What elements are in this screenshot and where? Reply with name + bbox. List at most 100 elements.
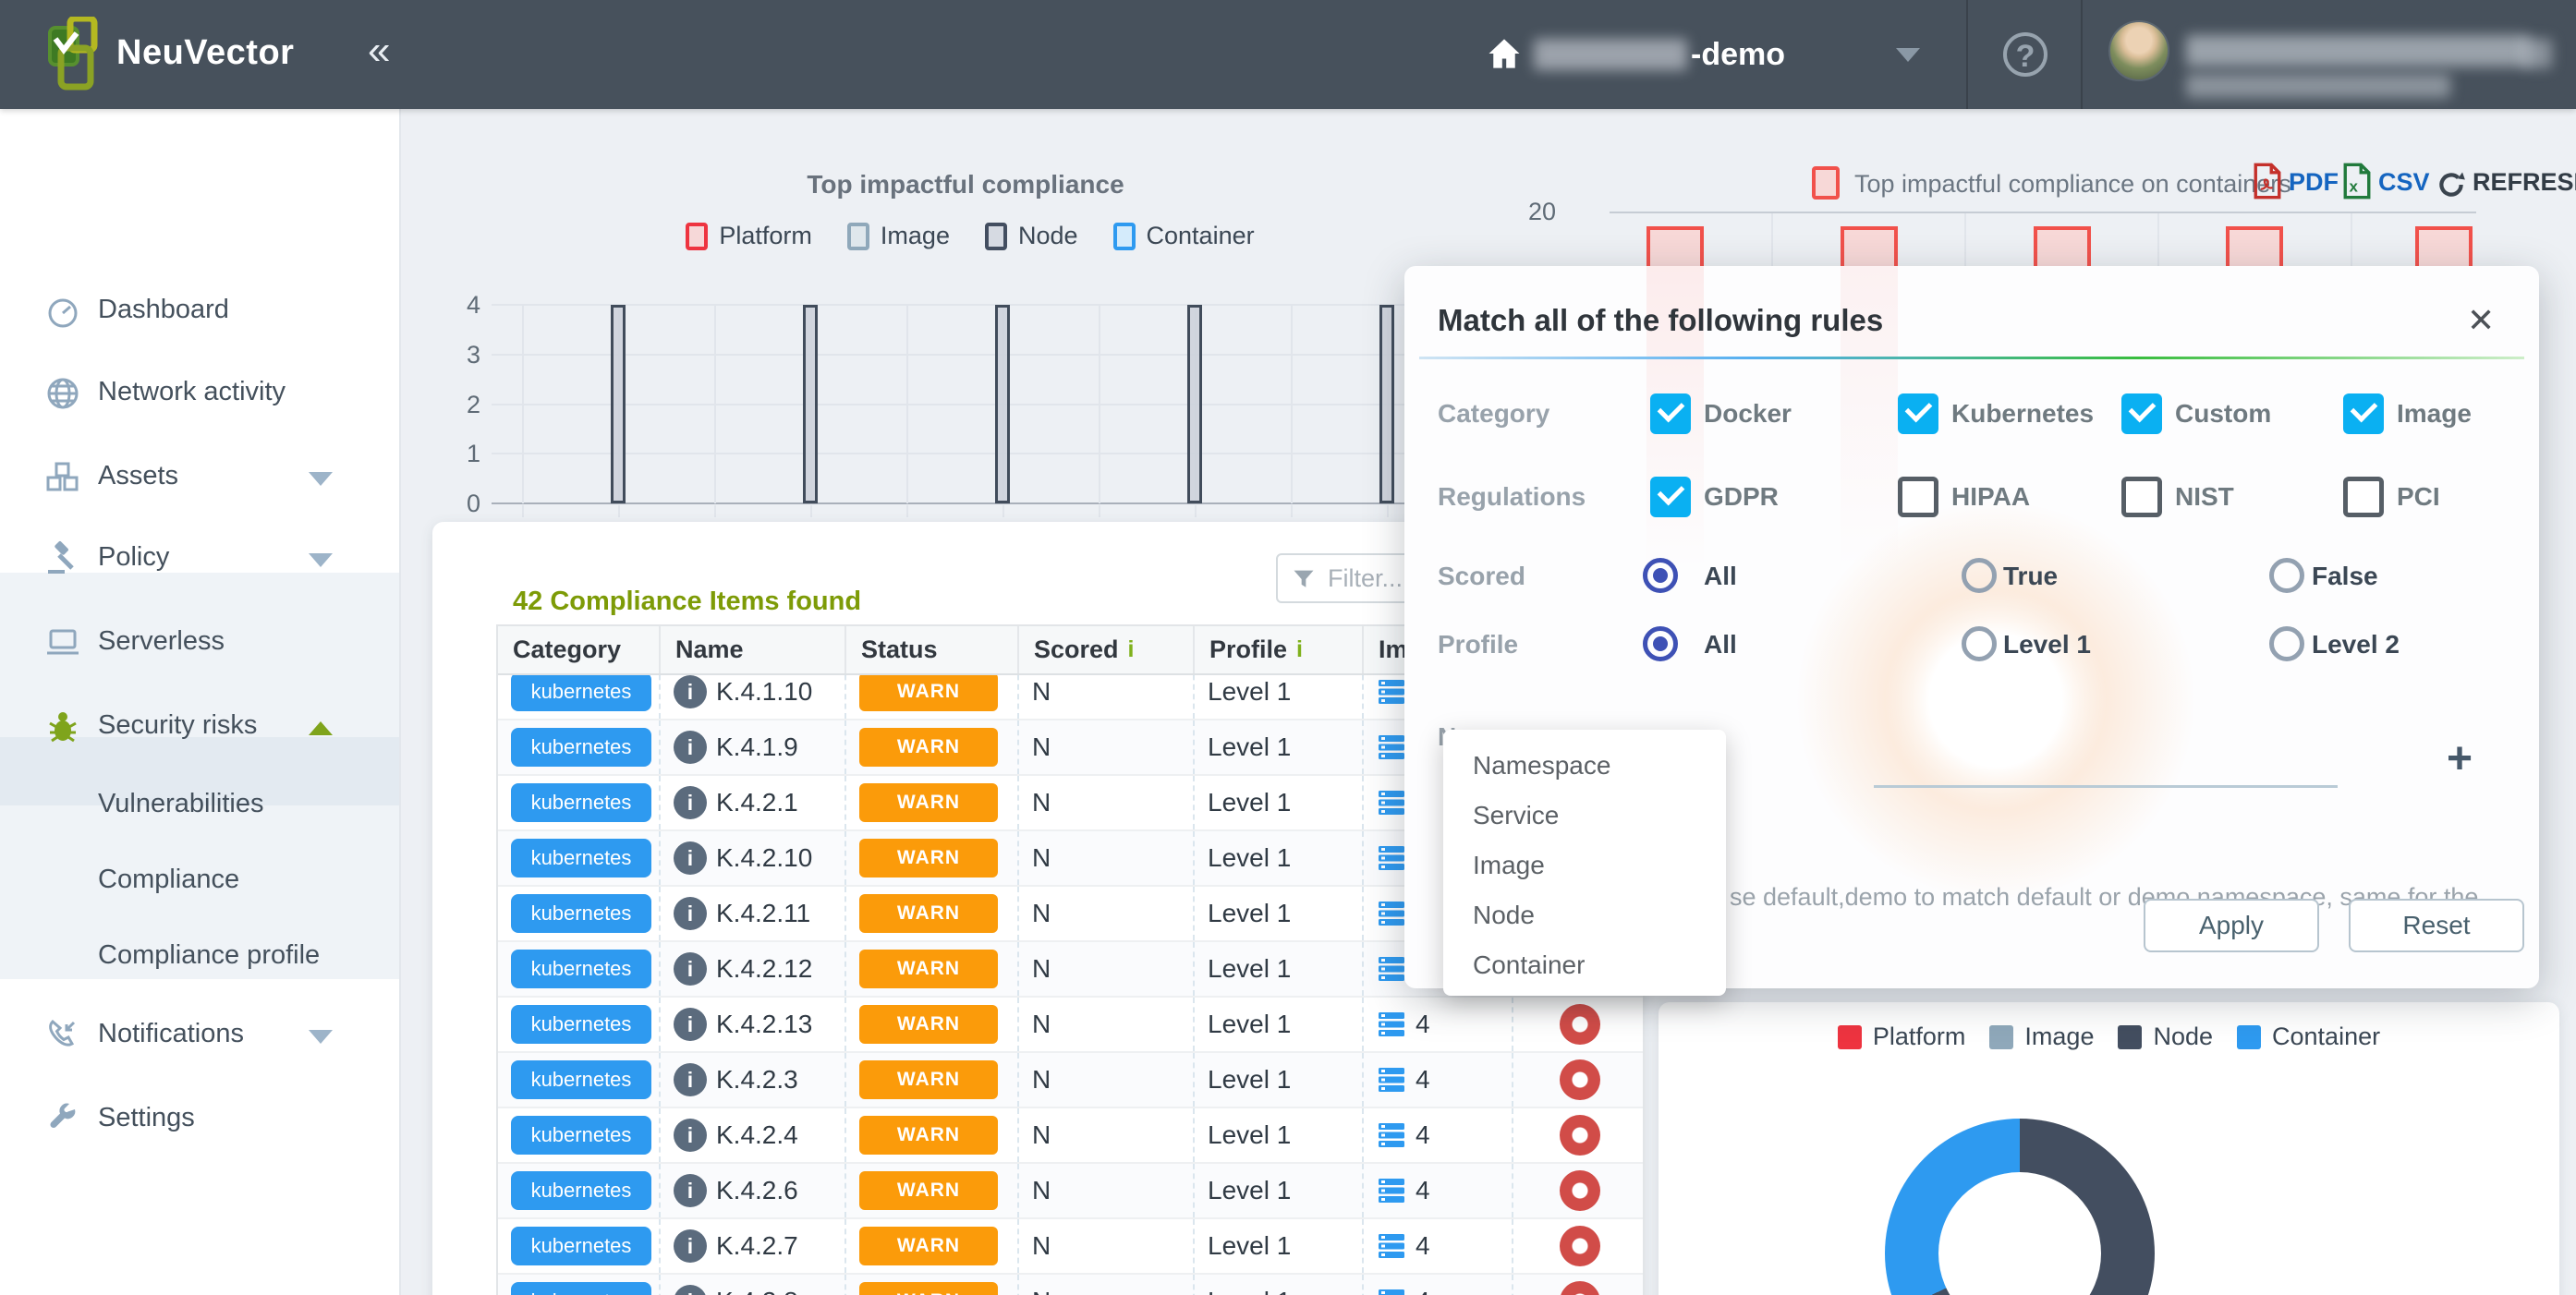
- close-icon[interactable]: ✕: [2467, 301, 2495, 340]
- impact-icon[interactable]: [1377, 733, 1406, 761]
- radio-level-1[interactable]: [1962, 626, 1997, 661]
- column-header-name[interactable]: Name: [661, 626, 846, 673]
- info-icon[interactable]: i: [674, 731, 707, 764]
- radio-label[interactable]: False: [2312, 562, 2378, 591]
- impact-icon[interactable]: [1377, 678, 1406, 706]
- value-input-underline[interactable]: [1874, 785, 2338, 788]
- bar-node[interactable]: [995, 305, 1010, 503]
- checkbox-hipaa[interactable]: [1898, 477, 1938, 517]
- column-info-icon[interactable]: i: [1296, 636, 1303, 663]
- add-rule-icon[interactable]: +: [2447, 733, 2473, 784]
- checkbox-gdpr[interactable]: [1650, 477, 1691, 517]
- table-row[interactable]: kubernetesiK.4.2.8WARNNLevel 14: [498, 1275, 1643, 1295]
- info-icon[interactable]: i: [674, 1119, 707, 1152]
- csv-button[interactable]: CSV: [2378, 168, 2430, 197]
- csv-icon[interactable]: x: [2341, 163, 2373, 200]
- legend-item[interactable]: Platform: [1838, 1023, 1966, 1051]
- column-info-icon[interactable]: i: [1128, 636, 1135, 663]
- bar-node[interactable]: [1379, 305, 1394, 503]
- sidebar-item-compliance[interactable]: Compliance: [0, 852, 399, 911]
- legend-item[interactable]: Node: [985, 222, 1078, 250]
- sidebar-item-serverless[interactable]: Serverless: [0, 613, 399, 672]
- impact-icon[interactable]: [1377, 1288, 1406, 1295]
- error-donut-icon[interactable]: [1560, 1226, 1600, 1266]
- info-icon[interactable]: i: [674, 1008, 707, 1041]
- dropdown-option-image[interactable]: Image: [1443, 841, 1726, 890]
- reset-button[interactable]: Reset: [2349, 899, 2524, 952]
- sidebar-item-assets[interactable]: Assets: [0, 448, 399, 507]
- dropdown-option-container[interactable]: Container: [1443, 940, 1726, 990]
- impact-icon[interactable]: [1377, 1066, 1406, 1094]
- bar-node[interactable]: [803, 305, 818, 503]
- legend-item[interactable]: Platform: [686, 222, 812, 250]
- bar-node[interactable]: [611, 305, 626, 503]
- cluster-selector[interactable]: -demo: [1691, 37, 1785, 73]
- sidebar-item-dashboard[interactable]: Dashboard: [0, 282, 399, 341]
- radio-all[interactable]: [1643, 558, 1678, 593]
- radio-false[interactable]: [2269, 558, 2304, 593]
- home-icon[interactable]: [1484, 33, 1525, 74]
- radio-level-2[interactable]: [2269, 626, 2304, 661]
- checkbox-label[interactable]: NIST: [2175, 482, 2234, 512]
- error-donut-icon[interactable]: [1560, 1004, 1600, 1045]
- sidebar-item-vulnerabilities[interactable]: Vulnerabilities: [0, 776, 399, 835]
- checkbox-label[interactable]: Custom: [2175, 399, 2271, 429]
- sidebar-item-network-activity[interactable]: Network activity: [0, 364, 399, 423]
- sidebar-item-policy[interactable]: Policy: [0, 529, 399, 588]
- checkbox-image[interactable]: [2343, 393, 2384, 434]
- pdf-button[interactable]: PDF: [2289, 168, 2339, 197]
- checkbox-label[interactable]: HIPAA: [1951, 482, 2030, 512]
- info-icon[interactable]: i: [674, 1229, 707, 1263]
- info-icon[interactable]: i: [674, 1063, 707, 1096]
- table-row[interactable]: kubernetesiK.4.2.13WARNNLevel 14: [498, 998, 1643, 1053]
- table-row[interactable]: kubernetesiK.4.2.4WARNNLevel 14: [498, 1108, 1643, 1164]
- user-avatar[interactable]: [2108, 20, 2169, 81]
- info-icon[interactable]: i: [674, 841, 707, 875]
- sidebar-item-notifications[interactable]: Notifications: [0, 1006, 399, 1065]
- info-icon[interactable]: i: [674, 897, 707, 930]
- checkbox-label[interactable]: Docker: [1704, 399, 1792, 429]
- cluster-caret-down-icon[interactable]: [1896, 48, 1920, 62]
- column-header-category[interactable]: Category: [498, 626, 661, 673]
- error-donut-icon[interactable]: [1560, 1059, 1600, 1100]
- legend-item[interactable]: Image: [847, 222, 950, 250]
- impact-icon[interactable]: [1377, 955, 1406, 983]
- info-icon[interactable]: i: [674, 675, 707, 708]
- table-row[interactable]: kubernetesiK.4.2.7WARNNLevel 14: [498, 1219, 1643, 1275]
- radio-label[interactable]: All: [1704, 630, 1737, 660]
- impact-icon[interactable]: [1377, 1121, 1406, 1149]
- impact-icon[interactable]: [1377, 844, 1406, 872]
- table-row[interactable]: kubernetesiK.4.2.6WARNNLevel 14: [498, 1164, 1643, 1219]
- column-header-status[interactable]: Status: [846, 626, 1019, 673]
- table-row[interactable]: kubernetesiK.4.2.3WARNNLevel 14: [498, 1053, 1643, 1108]
- error-donut-icon[interactable]: [1560, 1170, 1600, 1211]
- dropdown-option-namespace[interactable]: Namespace: [1443, 741, 1726, 791]
- impact-icon[interactable]: [1377, 1177, 1406, 1204]
- legend-item[interactable]: Container: [1113, 222, 1255, 250]
- dropdown-option-node[interactable]: Node: [1443, 890, 1726, 940]
- radio-label[interactable]: Level 2: [2312, 630, 2400, 660]
- checkbox-nist[interactable]: [2121, 477, 2162, 517]
- radio-all[interactable]: [1643, 626, 1678, 661]
- checkbox-label[interactable]: Image: [2397, 399, 2472, 429]
- legend-item[interactable]: Image: [1989, 1023, 2094, 1051]
- sidebar-item-compliance-profile[interactable]: Compliance profile: [0, 927, 399, 986]
- legend-item[interactable]: Node: [2118, 1023, 2213, 1051]
- refresh-button[interactable]: REFRESH: [2473, 168, 2576, 197]
- info-icon[interactable]: i: [674, 1285, 707, 1295]
- column-header-profile[interactable]: Profilei: [1195, 626, 1364, 673]
- checkbox-label[interactable]: PCI: [2397, 482, 2440, 512]
- sidebar-collapse-button[interactable]: «: [368, 28, 390, 74]
- checkbox-label[interactable]: Kubernetes: [1951, 399, 2094, 429]
- info-icon[interactable]: i: [674, 1174, 707, 1207]
- checkbox-custom[interactable]: [2121, 393, 2162, 434]
- error-donut-icon[interactable]: [1560, 1115, 1600, 1156]
- error-donut-icon[interactable]: [1560, 1281, 1600, 1295]
- impact-icon[interactable]: [1377, 900, 1406, 927]
- radio-label[interactable]: All: [1704, 562, 1737, 591]
- refresh-icon[interactable]: [2436, 166, 2467, 203]
- impact-icon[interactable]: [1377, 1011, 1406, 1038]
- impact-icon[interactable]: [1377, 789, 1406, 817]
- sidebar-item-settings[interactable]: Settings: [0, 1090, 399, 1149]
- checkbox-docker[interactable]: [1650, 393, 1691, 434]
